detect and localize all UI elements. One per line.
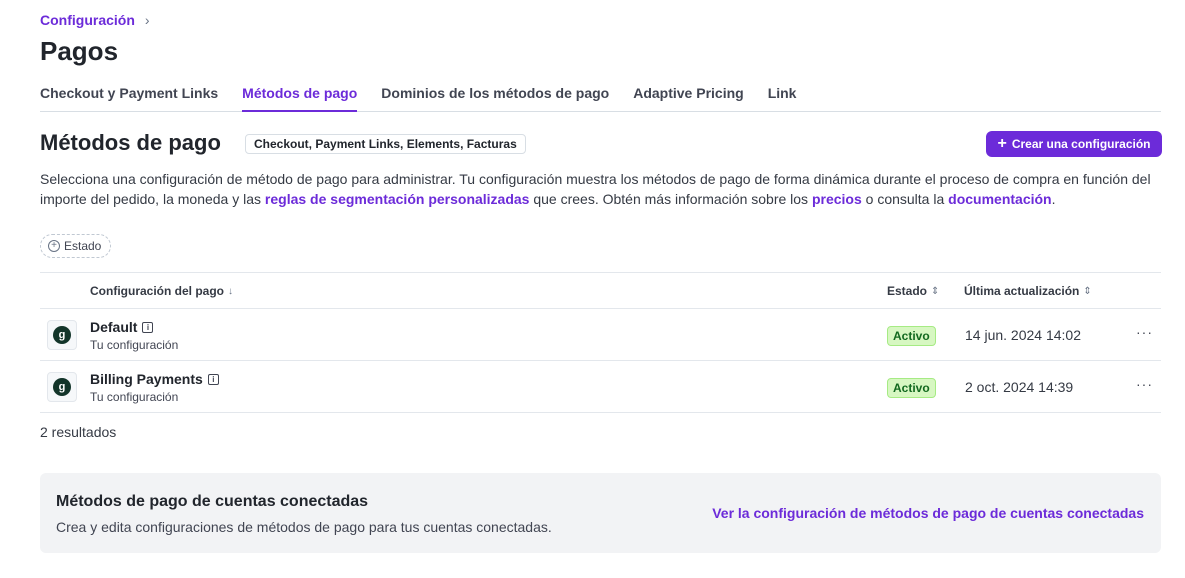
g-logo-icon: g (53, 378, 71, 396)
column-config-label: Configuración del pago (90, 284, 224, 298)
payment-configurations-table: Configuración del pago ↓ Estado ⇕ Última… (40, 272, 1161, 413)
status-badge: Activo (887, 326, 936, 346)
connected-accounts-title: Métodos de pago de cuentas conectadas (56, 493, 369, 510)
column-header-status[interactable]: Estado ⇕ (887, 284, 939, 298)
breadcrumb-configuracion-link[interactable]: Configuración (40, 12, 135, 28)
tab-adaptive-pricing[interactable]: Adaptive Pricing (633, 80, 743, 112)
section-title: Métodos de pago (40, 130, 221, 155)
create-configuration-button[interactable]: + Crear una configuración (986, 131, 1162, 157)
create-configuration-label: Crear una configuración (1011, 137, 1151, 151)
sort-icon: ⇕ (1083, 285, 1092, 297)
tab-bar: Checkout y Payment Links Métodos de pago… (40, 80, 1161, 112)
config-subtitle: Tu configuración (90, 390, 179, 404)
status-filter-chip[interactable]: + Estado (40, 234, 112, 258)
tab-link[interactable]: Link (768, 80, 797, 112)
info-icon[interactable]: i (142, 321, 154, 333)
column-header-updated[interactable]: Última actualización ⇕ (964, 284, 1092, 298)
view-connected-config-link[interactable]: Ver la configuración de métodos de pago … (712, 505, 1144, 521)
tab-dominios-metodos-pago[interactable]: Dominios de los métodos de pago (381, 80, 609, 112)
scope-badge: Checkout, Payment Links, Elements, Factu… (245, 134, 526, 154)
tab-checkout-payment-links[interactable]: Checkout y Payment Links (40, 80, 218, 112)
sort-icon: ⇕ (931, 285, 940, 297)
tab-metodos-de-pago[interactable]: Métodos de pago (242, 80, 358, 112)
page-title: Pagos (40, 36, 119, 66)
table-row[interactable]: g Default i Tu configuración Activo 14 j… (40, 309, 1161, 361)
results-count: 2 resultados (40, 424, 117, 440)
plus-icon: + (997, 135, 1007, 152)
config-name-text: Billing Payments (90, 371, 203, 387)
connected-accounts-panel: Métodos de pago de cuentas conectadas Cr… (40, 473, 1161, 553)
breadcrumb: Configuración › (40, 12, 150, 28)
connected-accounts-description: Crea y edita configuraciones de métodos … (56, 519, 552, 535)
more-actions-icon[interactable]: ··· (1136, 324, 1153, 340)
description-text-3: o consulta la (861, 191, 949, 207)
chevron-right-icon: › (144, 12, 150, 28)
documentation-link[interactable]: documentación (948, 191, 1051, 207)
description-text-4: . (1051, 191, 1056, 207)
last-updated: 14 jun. 2024 14:02 (965, 327, 1081, 343)
section-description: Selecciona una configuración de método d… (40, 169, 1160, 209)
g-logo-icon: g (53, 326, 71, 344)
more-actions-icon[interactable]: ··· (1136, 376, 1153, 392)
config-name: Billing Payments i (90, 371, 219, 387)
config-name-text: Default (90, 319, 138, 335)
description-text-2: que crees. Obtén más información sobre l… (529, 191, 812, 207)
custom-targeting-rules-link[interactable]: reglas de segmentación personalizadas (265, 191, 530, 207)
config-subtitle: Tu configuración (90, 338, 179, 352)
column-status-label: Estado (887, 284, 928, 298)
info-icon[interactable]: i (207, 373, 219, 385)
status-filter-label: Estado (64, 239, 102, 253)
table-row[interactable]: g Billing Payments i Tu configuración Ac… (40, 361, 1161, 413)
sort-down-icon: ↓ (228, 285, 233, 297)
table-header: Configuración del pago ↓ Estado ⇕ Última… (40, 272, 1161, 309)
config-logo: g (47, 320, 77, 350)
config-name: Default i (90, 319, 154, 335)
pricing-link[interactable]: precios (812, 191, 862, 207)
column-updated-label: Última actualización (964, 284, 1080, 298)
last-updated: 2 oct. 2024 14:39 (965, 379, 1074, 395)
column-header-config[interactable]: Configuración del pago ↓ (90, 284, 233, 298)
status-badge: Activo (887, 378, 936, 398)
config-logo: g (47, 372, 77, 402)
payments-settings-page: Configuración › Pagos Checkout y Payment… (0, 0, 1185, 578)
plus-circle-icon: + (48, 240, 60, 252)
